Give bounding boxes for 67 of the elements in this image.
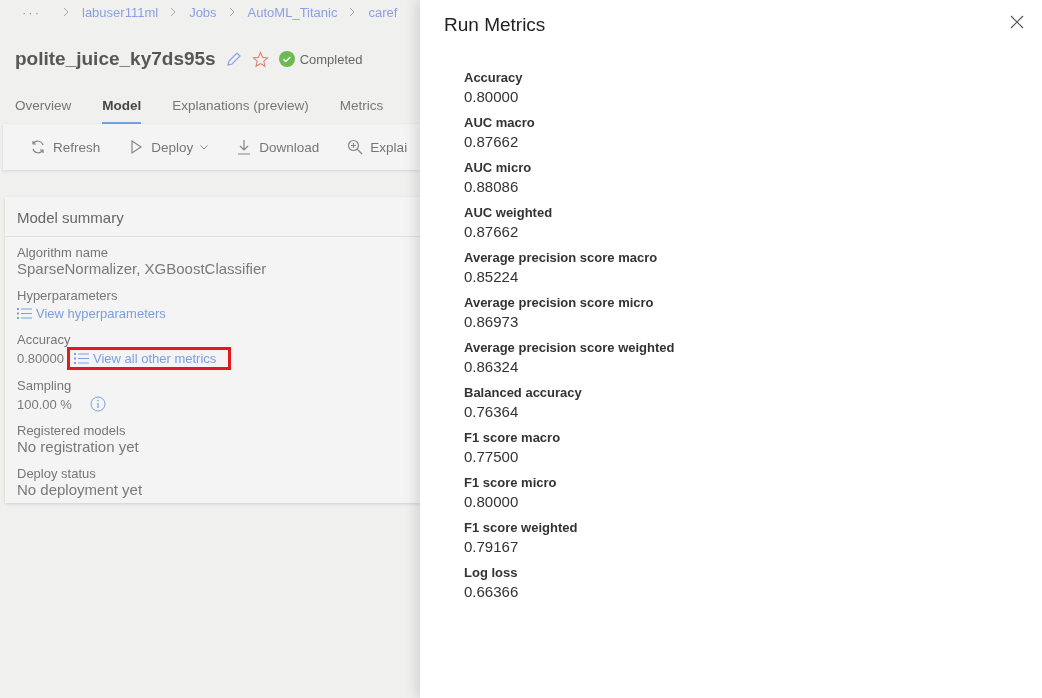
metric-value: 0.66366 [464, 583, 520, 600]
caret-icon [200, 144, 209, 150]
metric-value: 0.86973 [464, 313, 520, 330]
toolbar-button[interactable]: Explai [347, 139, 408, 155]
info-icon[interactable] [89, 396, 106, 412]
chevron-icon [170, 6, 178, 17]
check-circle-icon [278, 51, 295, 67]
metrics-link[interactable]: View all other metrics [70, 350, 229, 367]
download-icon [236, 139, 253, 155]
toolbar-button[interactable]: Download [236, 139, 320, 155]
breadcrumb-link[interactable]: AutoML_Titanic [247, 4, 338, 20]
metric-name: Balanced accuracy [464, 385, 583, 400]
metric-name: AUC macro [464, 115, 536, 130]
metric-name: Accuracy [464, 70, 524, 85]
metric-name: Log loss [464, 565, 519, 580]
status-text: Completed [299, 51, 363, 67]
metric-name: AUC micro [464, 160, 533, 175]
chevron-icon [63, 6, 70, 17]
metric-name: Average precision score micro [464, 295, 655, 310]
field-value: SparseNormalizer, XGBoostClassifier [17, 260, 268, 277]
metric-value: 0.87662 [464, 223, 520, 240]
tab[interactable]: Metrics [339, 94, 384, 124]
field-value: No deployment yet [17, 481, 144, 498]
metric-name: Average precision score macro [464, 250, 659, 265]
metric-name: AUC weighted [464, 205, 554, 220]
field-label: Hyperparameters [17, 288, 119, 303]
metric-value: 0.77500 [464, 448, 520, 465]
toolbar-button[interactable]: Deploy [128, 139, 209, 155]
list-icon [17, 308, 32, 319]
refresh-icon [30, 139, 46, 155]
metric-value: 0.80000 [464, 493, 520, 510]
metric-value: 0.88086 [464, 178, 520, 195]
metric-name: F1 score micro [464, 475, 558, 490]
run-title: polite_juice_ky7ds95s [15, 48, 216, 70]
metric-value: 0.87662 [464, 133, 520, 150]
field-value: No registration yet [17, 438, 140, 455]
panel-title: Run Metrics [444, 14, 546, 36]
card-title: Model summary [5, 197, 420, 237]
breadcrumb-link[interactable]: labuser111ml [82, 4, 159, 20]
field-value: 100.00 % [17, 396, 72, 412]
metrics-link[interactable]: View hyperparameters [17, 306, 166, 321]
breadcrumb-link[interactable]: Jobs [189, 4, 217, 20]
list-icon [74, 353, 89, 364]
field-label: Registered models [17, 423, 127, 438]
field-value: 0.80000 [17, 351, 64, 366]
chevron-icon [349, 6, 357, 17]
metric-name: F1 score weighted [464, 520, 579, 535]
metric-value: 0.80000 [464, 88, 520, 105]
star-icon[interactable] [251, 50, 269, 68]
toolbar-button[interactable]: Refresh [30, 139, 101, 155]
overflow-menu[interactable]: ··· [22, 4, 41, 20]
field-label: Algorithm name [17, 245, 110, 260]
field-label: Sampling [17, 378, 73, 393]
metric-value: 0.85224 [464, 268, 520, 285]
metric-value: 0.79167 [464, 538, 520, 555]
tab[interactable]: Overview [15, 94, 72, 124]
chevron-icon [228, 6, 236, 17]
metric-name: F1 score macro [464, 430, 562, 445]
zoom-in-icon [347, 139, 364, 155]
metric-value: 0.86324 [464, 358, 520, 375]
metric-name: Average precision score weighted [464, 340, 676, 355]
pencil-icon[interactable] [225, 51, 242, 67]
tab[interactable]: Explanations (preview) [172, 94, 309, 124]
field-label: Accuracy [17, 332, 72, 347]
metric-value: 0.76364 [464, 403, 520, 420]
field-label: Deploy status [17, 466, 97, 481]
breadcrumb-link[interactable]: caref [368, 4, 398, 20]
